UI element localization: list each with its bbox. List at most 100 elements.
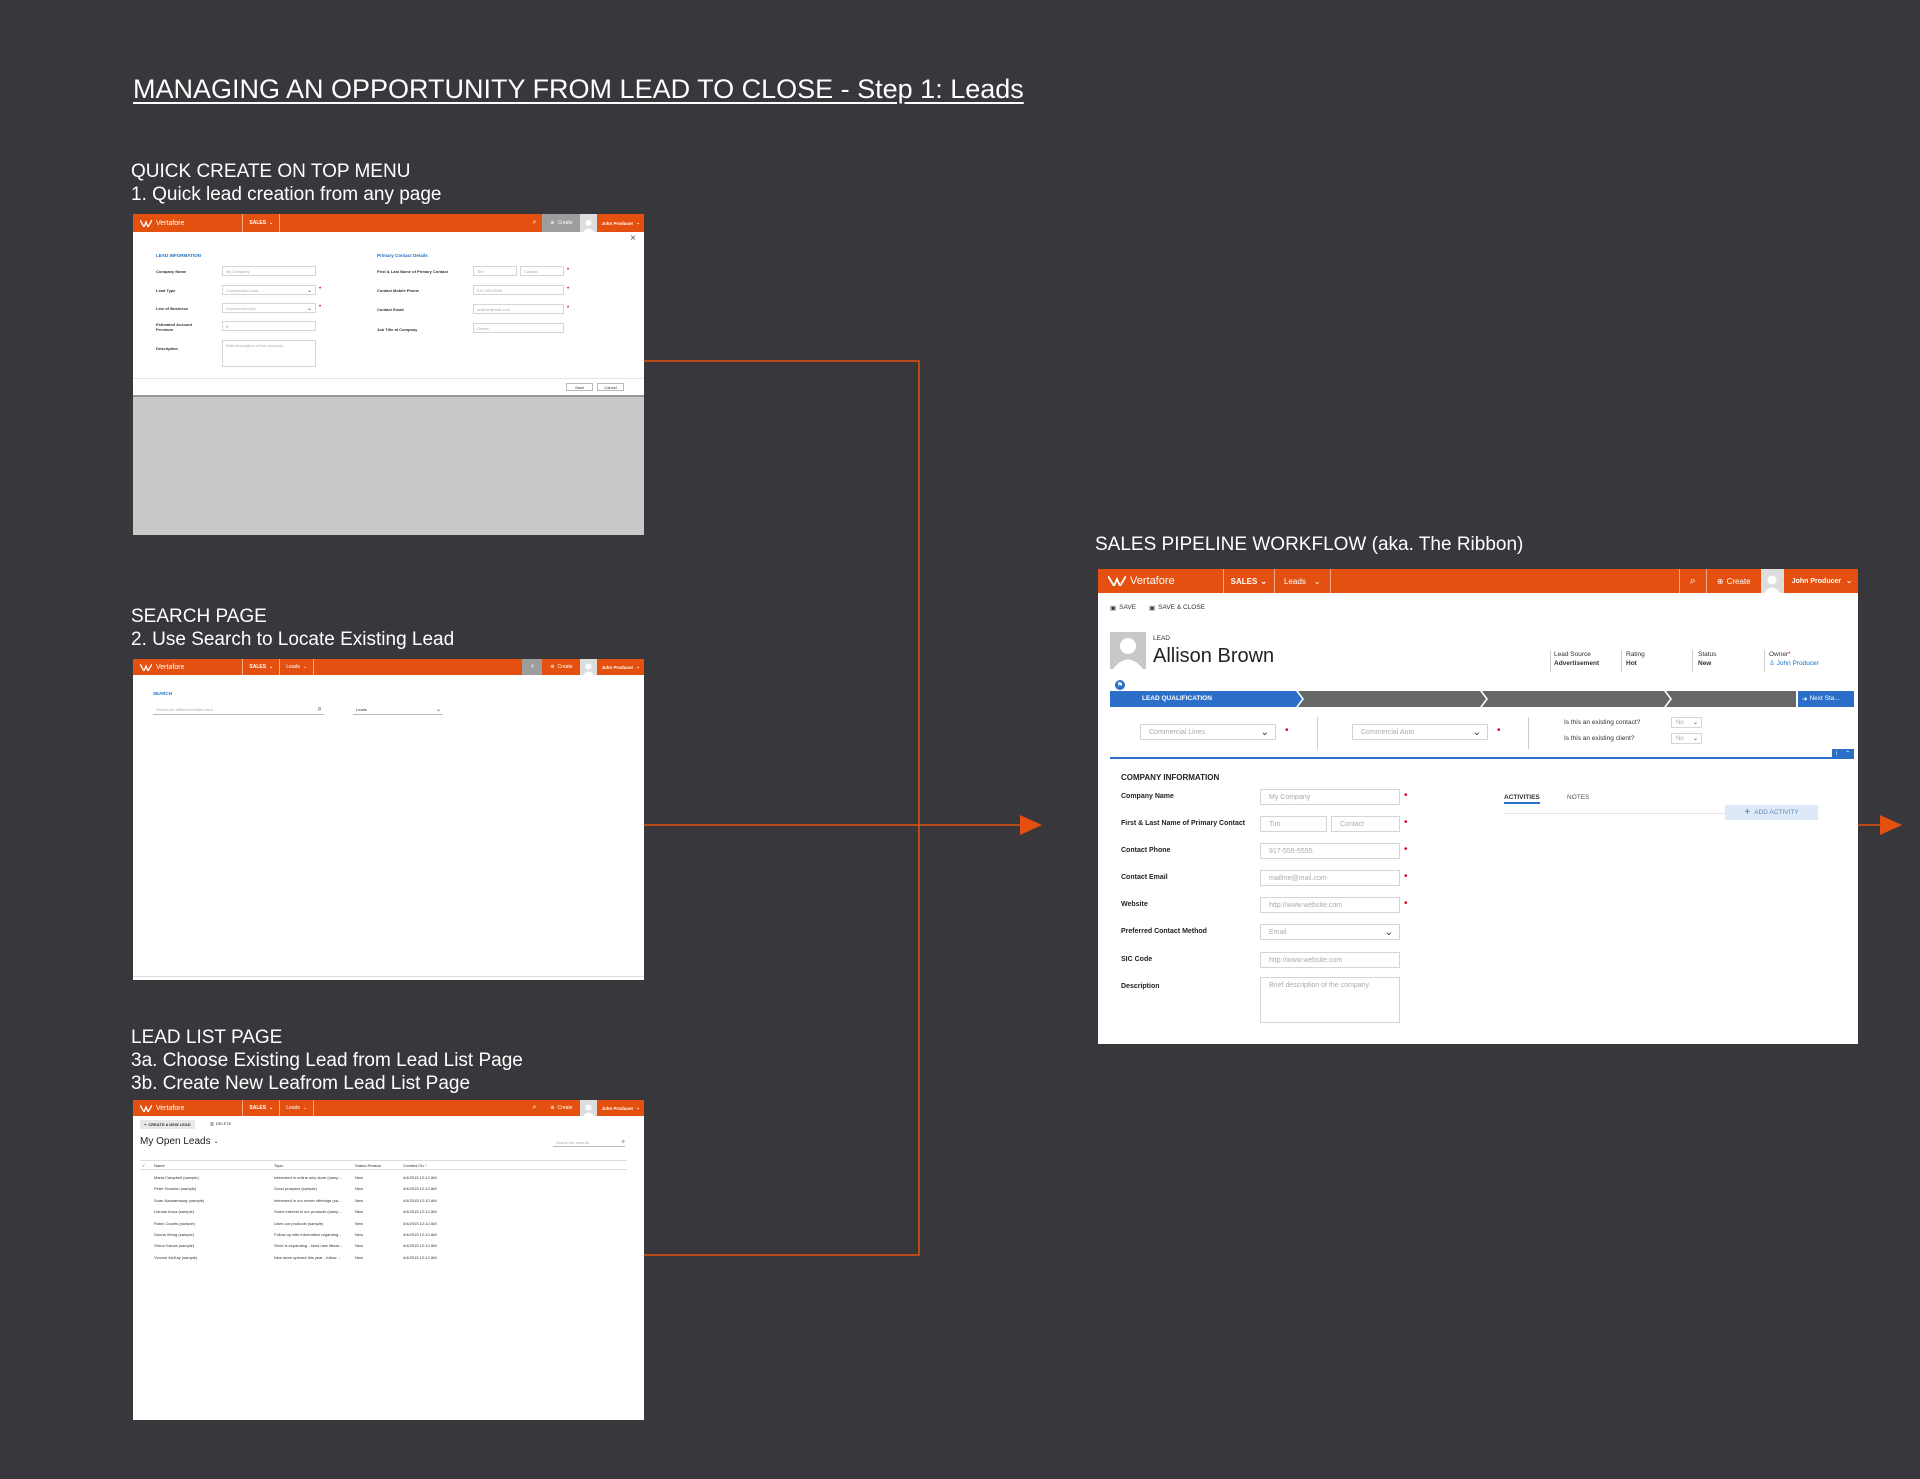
user-menu[interactable]: John Producer ⌄ [597,659,644,675]
divider [1317,717,1318,749]
entity-filter-select[interactable]: Leads ⌄ [353,704,443,715]
owner-name: John Producer [1776,660,1819,667]
lead-name-cell[interactable]: Onina Garcia (sample) [154,1243,194,1248]
save-close-command[interactable]: ▣ SAVE & CLOSE [1149,604,1205,612]
section-line: 3b. Create New Leafrom Lead List Page [131,1073,471,1094]
chevron-down-icon: ⌄ [269,664,274,670]
existing-client-select[interactable]: No ⌄ [1671,733,1702,744]
select-all-checkbox[interactable]: ✓ [142,1163,145,1168]
stage-lead-type-select[interactable]: Commercial Lines ⌄ [1140,724,1276,740]
required-marker: • [1404,817,1408,828]
first-name-input[interactable]: Tim [473,266,517,276]
required-marker: • [567,286,570,292]
create-button[interactable]: ⊕ Create [1707,569,1761,593]
email-input[interactable]: mailme@mail.com [473,304,564,314]
company-name-input[interactable]: My Company [222,266,316,276]
column-header-topic[interactable]: Topic [274,1163,283,1168]
search-icon[interactable]: ⌕ [526,214,542,232]
existing-contact-select[interactable]: No ⌄ [1671,717,1702,728]
avatar[interactable] [580,214,598,232]
last-name-input[interactable]: Contact [1331,816,1400,832]
search-input[interactable]: Search for different entities here ⌕ [153,704,324,715]
lead-name-cell[interactable]: Lidman Anna (sample) [154,1209,194,1214]
description-textarea[interactable]: Brief description of the company [222,340,316,367]
avatar[interactable] [1760,569,1784,593]
lead-name-cell[interactable]: Yvonne McKay (sample) [154,1255,197,1260]
line-of-business-select[interactable]: Commercial Auto ⌄ [222,303,316,313]
contact-method-select[interactable]: Email ⌄ [1260,924,1400,940]
view-selector[interactable]: My Open Leads ⌄ [140,1136,219,1147]
next-stage-button[interactable]: ➜ Next Sta... [1802,695,1840,703]
nav-sales[interactable]: SALES ⌄ [243,214,279,232]
create-button[interactable]: ⊕ Create [542,1100,580,1116]
avatar[interactable] [580,1100,598,1116]
brand-logo[interactable]: Vertafore [133,659,184,675]
brand-name: Vertafore [156,663,185,671]
lead-type-select[interactable]: Commercial Lines ⌄ [222,285,316,295]
tab-activities[interactable]: ACTIVITIES [1504,794,1540,804]
user-menu[interactable]: John Producer ⌄ [597,1100,644,1116]
sic-code-input[interactable]: http://www.website.com [1260,952,1400,968]
lead-name-cell[interactable]: Dourla Wong (sample) [154,1232,194,1237]
lead-name-cell[interactable]: Peter Houston (sample) [154,1186,196,1191]
avatar[interactable] [580,659,598,675]
user-menu[interactable]: John Producer ⌄ [597,214,644,232]
search-icon[interactable]: ⌕ [526,1100,542,1116]
nav-sales[interactable]: SALES ⌄ [243,1100,279,1116]
nav-leads[interactable]: Leads ⌄ [280,659,313,675]
column-header-created[interactable]: Created On ↑ [403,1163,427,1168]
website-input[interactable]: http://www.website.com [1260,897,1400,913]
vertafore-logo-icon [140,1104,152,1112]
nav-sales[interactable]: SALES ⌄ [1224,569,1274,593]
cancel-button[interactable]: Cancel [597,383,624,391]
mobile-phone-input[interactable]: 917-555-5555 [473,285,564,295]
search-icon[interactable]: ⌕ [622,1139,625,1146]
collapse-ribbon-button[interactable]: i ⌃ [1832,749,1854,758]
search-icon[interactable]: ⌕ [522,659,543,675]
brand-logo[interactable]: Vertafore [133,1100,184,1116]
first-name-input[interactable]: Tim [1260,816,1327,832]
lead-topic-cell: New store opened this year - follow ... [274,1254,341,1260]
stage-lob-select[interactable]: Commercial Auto ⌄ [1352,724,1488,740]
section-heading: SALES PIPELINE WORKFLOW (aka. The Ribbon… [1095,534,1524,555]
close-icon[interactable]: × [630,233,636,244]
nav-leads[interactable]: Leads ⌄ [1275,569,1330,593]
job-title-input[interactable]: Owner [473,323,564,333]
ribbon-stage-label[interactable]: LEAD QUALIFICATION [1142,695,1212,702]
description-textarea[interactable]: Brief description of the company [1260,977,1400,1023]
lead-name-cell[interactable]: Robin Counts (sample) [154,1221,195,1226]
user-icon [1113,638,1143,669]
nav-leads[interactable]: Leads ⌄ [280,1100,313,1116]
create-new-lead-button[interactable]: + CREATE A NEW LEAD [140,1120,195,1129]
nav-sales-label: SALES [249,664,267,670]
lead-name-cell[interactable]: Suan Nanaamiway (sample) [154,1198,204,1203]
create-button[interactable]: ⊕ Create [542,214,581,232]
lead-name-cell[interactable]: Maria Campbell (sample) [154,1175,199,1180]
search-icon[interactable]: ⌕ [318,704,322,714]
save-button[interactable]: Save [566,383,593,391]
tab-notes[interactable]: NOTES [1567,794,1589,801]
delete-button[interactable]: ▥ DELETE [210,1121,231,1126]
create-button[interactable]: ⊕ Create [542,659,580,675]
record-search-input[interactable]: Search for records ⌕ [553,1139,625,1147]
process-flag-icon[interactable]: ⚑ [1114,679,1126,691]
nav-sales[interactable]: SALES ⌄ [243,659,279,675]
add-activity-button[interactable]: + ADD ACTIVITY [1725,805,1818,820]
brand-logo[interactable]: Vertafore [133,214,184,232]
contact-phone-input[interactable]: 917-555-5555 [1260,843,1400,859]
save-command[interactable]: ▣ SAVE [1110,604,1136,612]
column-header-status[interactable]: Status Reason [355,1163,381,1168]
last-name-input[interactable]: Contact [520,266,564,276]
lead-topic-cell: Follow up with information regarding... [274,1232,342,1237]
meta-value: New [1698,660,1712,667]
vertafore-logo-icon [140,219,152,227]
contact-email-input[interactable]: mailme@mail.com [1260,870,1400,886]
column-header-name[interactable]: Name [154,1163,165,1168]
owner-link[interactable]: ♙ John Producer [1769,659,1819,668]
search-icon[interactable]: ⌕ [1680,569,1706,593]
brand-logo[interactable]: Vertafore [1098,569,1175,593]
company-name-input[interactable]: My Company [1260,789,1400,805]
select-value: No [1676,719,1684,726]
user-menu[interactable]: John Producer ⌄ [1784,569,1858,593]
premium-input[interactable]: $ [222,321,316,331]
